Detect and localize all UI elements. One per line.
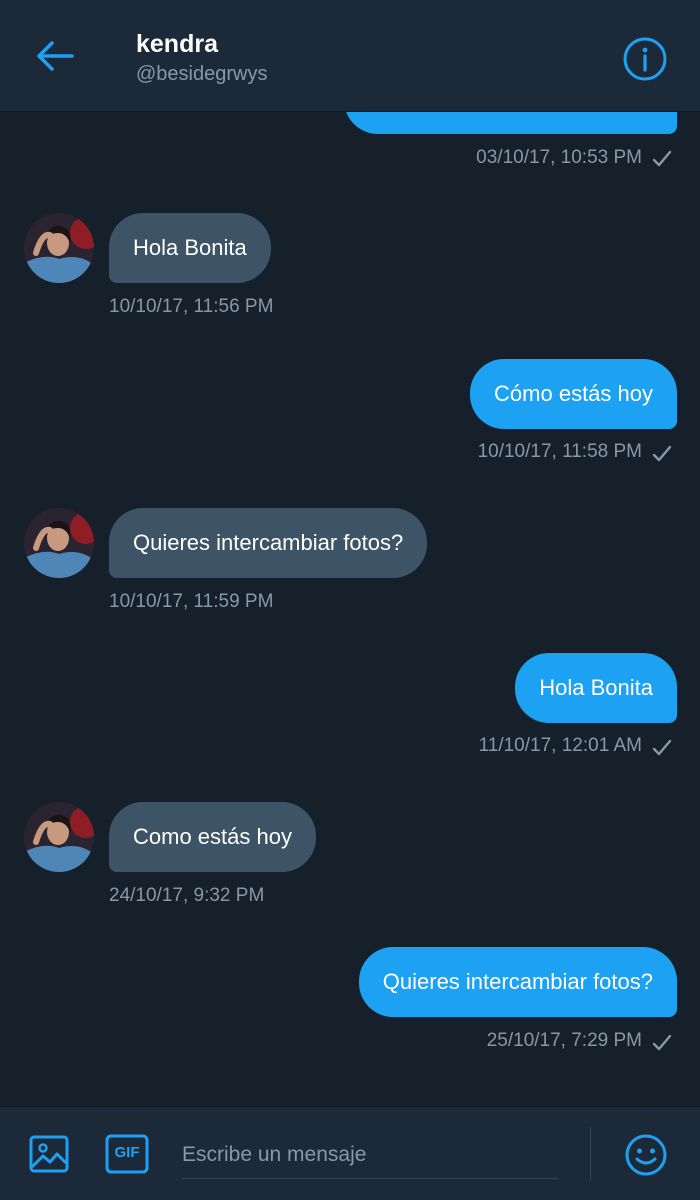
gif-label: GIF — [114, 1144, 140, 1161]
message-input[interactable] — [182, 1131, 558, 1179]
message-text: Cómo estás hoy — [494, 381, 653, 406]
avatar[interactable] — [24, 508, 94, 578]
profile-photo — [24, 802, 94, 872]
message-timestamp: 03/10/17, 10:53 PM — [476, 147, 642, 168]
checkmark-icon — [652, 445, 672, 462]
incoming-message-bubble[interactable]: Como estás hoy — [109, 802, 316, 872]
conversation-name[interactable]: kendra — [136, 30, 218, 59]
profile-photo — [24, 213, 94, 283]
emoji-icon — [625, 1134, 667, 1176]
message-timestamp: 10/10/17, 11:56 PM — [109, 296, 274, 317]
profile-photo — [24, 508, 94, 578]
message-timestamp: 24/10/17, 9:32 PM — [109, 885, 265, 906]
back-arrow-icon — [37, 41, 74, 71]
message-timestamp: 11/10/17, 12:01 AM — [478, 735, 642, 756]
message-text: Quieres intercambiar fotos? — [382, 969, 653, 994]
image-icon — [29, 1135, 69, 1173]
outgoing-message-bubble[interactable]: Cómo estás hoy — [470, 359, 677, 429]
message-text: Hola Bonita — [133, 235, 247, 260]
emoji-button[interactable] — [624, 1133, 668, 1182]
avatar[interactable] — [24, 802, 94, 872]
message-thread[interactable]: 03/10/17, 10:53 PM Hola Bonita 10/10/17,… — [0, 112, 700, 1106]
conversation-handle: @besidegrwys — [136, 63, 268, 85]
add-photo-button[interactable] — [28, 1133, 70, 1180]
message-text: Como estás hoy — [133, 824, 292, 849]
composer-divider — [590, 1127, 591, 1181]
incoming-message-bubble[interactable]: Quieres intercambiar fotos? — [109, 508, 428, 578]
info-button[interactable] — [622, 36, 668, 82]
add-gif-button[interactable]: GIF — [105, 1133, 149, 1180]
conversation-header: kendra @besidegrwys — [0, 0, 700, 112]
back-button[interactable] — [32, 36, 78, 76]
checkmark-icon — [652, 150, 672, 167]
message-text: Hola Bonita — [539, 675, 653, 700]
avatar[interactable] — [24, 213, 94, 283]
message-timestamp: 25/10/17, 7:29 PM — [486, 1030, 642, 1051]
message-composer: GIF — [0, 1106, 700, 1200]
outgoing-message-bubble[interactable]: Quieres intercambiar fotos? — [358, 947, 677, 1017]
message-text: Quieres intercambiar fotos? — [133, 530, 404, 555]
info-icon — [623, 37, 667, 81]
checkmark-icon — [652, 739, 672, 756]
checkmark-icon — [652, 1034, 672, 1051]
message-timestamp: 10/10/17, 11:59 PM — [109, 591, 274, 612]
message-timestamp: 10/10/17, 11:58 PM — [477, 441, 642, 462]
outgoing-message-bubble[interactable]: Hola Bonita — [515, 653, 677, 723]
outgoing-message-bubble[interactable] — [344, 112, 677, 134]
incoming-message-bubble[interactable]: Hola Bonita — [109, 213, 271, 283]
